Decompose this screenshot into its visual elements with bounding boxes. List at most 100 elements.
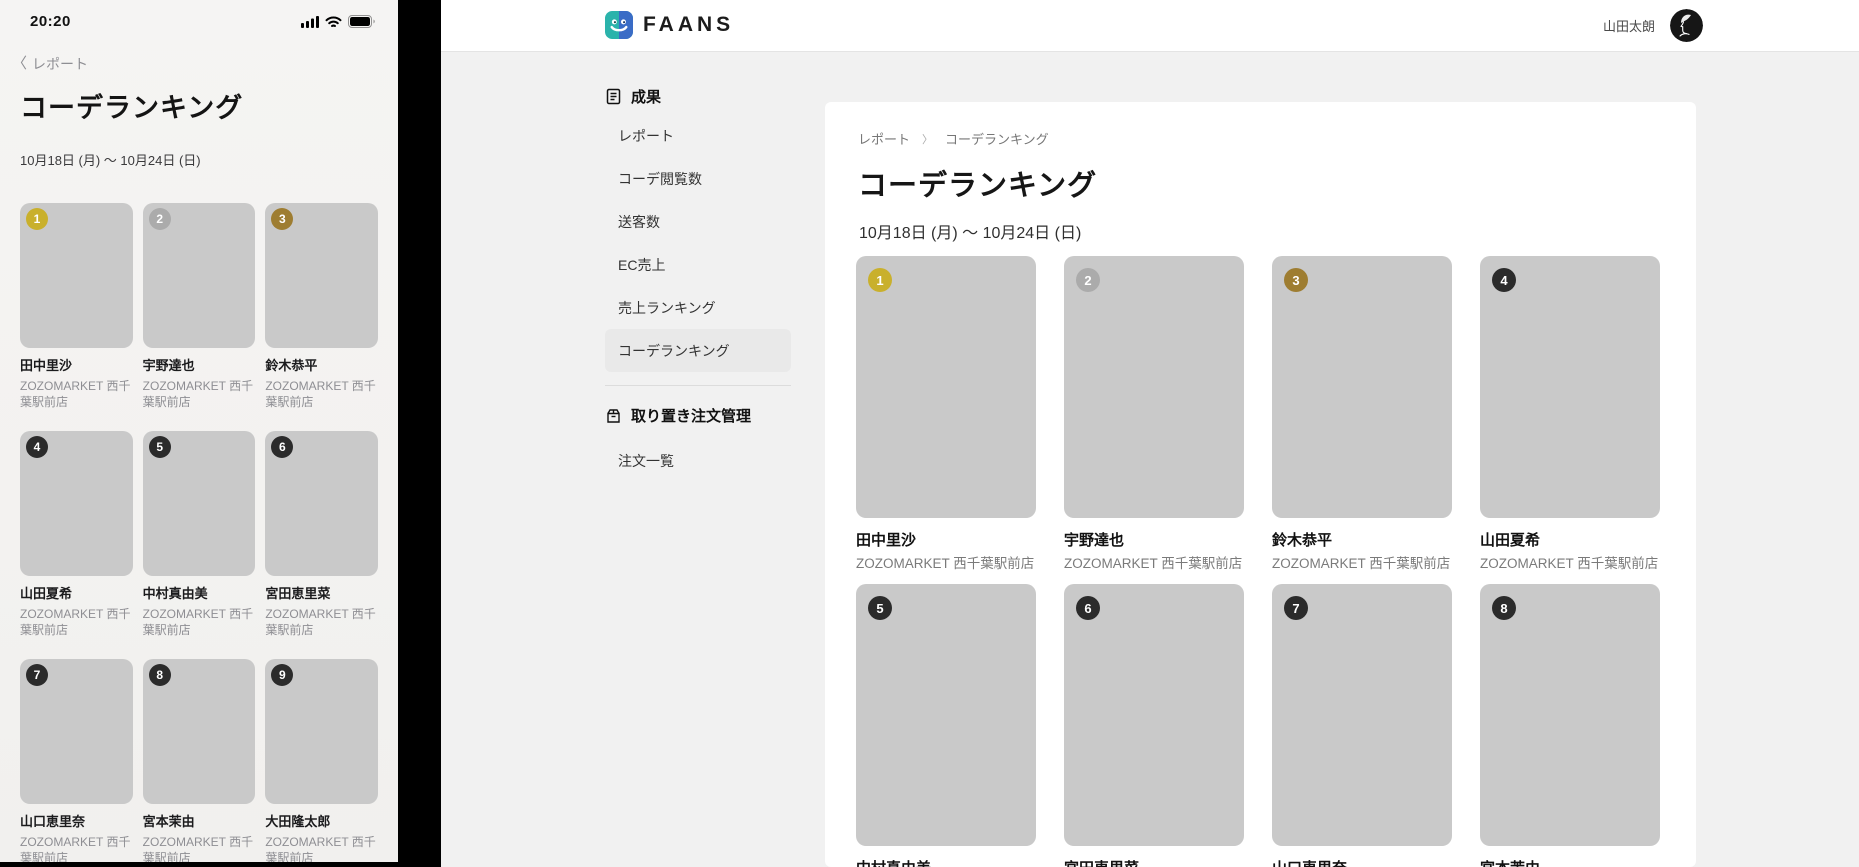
rank-badge: 8 [148, 664, 171, 686]
coordinate-image-placeholder[interactable]: 8 [1480, 584, 1660, 846]
coordinate-image-placeholder[interactable]: 5 [142, 431, 256, 576]
staff-name: 宮田恵里菜 [265, 586, 331, 601]
coordinate-image-placeholder[interactable]: 8 [142, 659, 256, 804]
rank-badge: 5 [148, 436, 171, 458]
coordinate-image-placeholder[interactable]: 3 [1272, 256, 1452, 518]
rank-badge: 5 [868, 596, 892, 620]
sidebar-list-results: レポート コーデ閲覧数 送客数 EC売上 売上ランキング コーデランキング [605, 114, 791, 372]
staff-name: 宇野達也 [1064, 532, 1125, 549]
store-name: ZOZOMARKET 西千葉駅前店 [1272, 556, 1451, 571]
ranking-card[interactable]: 2 宇野達也 ZOZOMARKET 西千葉駅前店 [1064, 256, 1244, 572]
sidebar-section-orders: 取り置き注文管理 注文一覧 [605, 385, 791, 482]
signal-strength-icon [301, 15, 319, 28]
ranking-card[interactable]: 6 宮田恵里菜 ZOZOMARKET 西千葉駅前店 [265, 431, 378, 638]
rank-badge: 9 [271, 664, 294, 686]
chevron-left-icon: 〈 [12, 55, 28, 72]
brand-name: FAANS [643, 13, 735, 36]
status-time: 20:20 [30, 13, 71, 30]
desktop-panel: FAANS 山田太朗 成果 レポート コーデ閲覧数 送客数 EC売上 売上ランキ… [441, 0, 1859, 867]
ranking-card[interactable]: 5 中村真由美 ZOZOMARKET 西千葉駅前店 [142, 431, 256, 638]
store-name: ZOZOMARKET 西千葉駅前店 [20, 379, 131, 409]
coordinate-image-placeholder[interactable]: 2 [1064, 256, 1244, 518]
avatar[interactable] [1670, 9, 1703, 42]
staff-name: 宮本茉由 [142, 814, 195, 829]
breadcrumb: レポート 〉 コーデランキング [858, 129, 1049, 148]
coordinate-image-placeholder[interactable]: 6 [1064, 584, 1244, 846]
back-button[interactable]: 〈 レポート [12, 54, 88, 74]
rank-badge: 4 [1492, 268, 1516, 292]
phone-bottom-bar [0, 862, 398, 867]
staff-name: 田中里沙 [856, 532, 917, 549]
rank-badge: 3 [271, 208, 294, 230]
coordinate-image-placeholder[interactable]: 5 [856, 584, 1036, 846]
staff-name: 山田夏希 [1480, 532, 1541, 549]
ranking-card[interactable]: 1 田中里沙 ZOZOMARKET 西千葉駅前店 [856, 256, 1036, 572]
coordinate-image-placeholder[interactable]: 6 [265, 431, 378, 576]
content-panel: レポート 〉 コーデランキング コーデランキング 10月18日 (月) 〜 10… [825, 102, 1696, 867]
rank-badge: 8 [1492, 596, 1516, 620]
date-range: 10月18日 (月) 〜 10月24日 (日) [859, 225, 1082, 242]
ranking-card[interactable]: 5 中村真由美 ZOZOMARKET 西千葉駅前店 [856, 584, 1036, 867]
brand-logo[interactable]: FAANS [605, 11, 734, 39]
app-header: FAANS 山田太朗 [441, 0, 1859, 52]
user-name: 山田太朗 [1602, 19, 1655, 34]
rank-badge: 1 [26, 208, 48, 230]
rank-badge: 2 [148, 208, 171, 230]
staff-name: 山田夏希 [20, 586, 73, 601]
staff-name: 田中里沙 [20, 358, 73, 373]
coordinate-image-placeholder[interactable]: 3 [265, 203, 378, 348]
sidebar-item-売上ランキング[interactable]: 売上ランキング [605, 286, 791, 329]
coordinate-image-placeholder[interactable]: 7 [20, 659, 133, 804]
store-name: ZOZOMARKET 西千葉駅前店 [1064, 556, 1243, 571]
ranking-card[interactable]: 7 山口恵里奈 ZOZOMARKET 西千葉駅前店 [1272, 584, 1452, 867]
staff-name: 山口恵里奈 [1272, 860, 1452, 867]
ranking-card[interactable]: 3 鈴木恭平 ZOZOMARKET 西千葉駅前店 [1272, 256, 1452, 572]
coordinate-image-placeholder[interactable]: 4 [1480, 256, 1660, 518]
coordinate-image-placeholder[interactable]: 7 [1272, 584, 1452, 846]
coordinate-image-placeholder[interactable]: 4 [20, 431, 133, 576]
rank-badge: 1 [868, 268, 892, 292]
ranking-card[interactable]: 6 宮田恵里菜 ZOZOMARKET 西千葉駅前店 [1064, 584, 1244, 867]
ranking-card[interactable]: 1 田中里沙 ZOZOMARKET 西千葉駅前店 [20, 203, 133, 410]
screen-divider [398, 0, 441, 867]
ranking-card[interactable]: 2 宇野達也 ZOZOMARKET 西千葉駅前店 [142, 203, 256, 410]
user-menu[interactable]: 山田太朗 [1603, 9, 1703, 42]
report-icon [605, 88, 622, 105]
rank-badge: 3 [1284, 268, 1308, 292]
coordinate-image-placeholder[interactable]: 2 [142, 203, 256, 348]
ranking-card[interactable]: 4 山田夏希 ZOZOMARKET 西千葉駅前店 [1480, 256, 1660, 572]
staff-name: 宇野達也 [142, 358, 195, 373]
breadcrumb-item-current: コーデランキング [945, 132, 1049, 147]
staff-name: 中村真由美 [856, 860, 1036, 867]
ranking-card[interactable]: 7 山口恵里奈 ZOZOMARKET 西千葉駅前店 [20, 659, 133, 866]
sidebar-item-レポート[interactable]: レポート [605, 114, 791, 157]
coordinate-image-placeholder[interactable]: 9 [265, 659, 378, 804]
status-icons [301, 15, 376, 28]
ranking-card[interactable]: 3 鈴木恭平 ZOZOMARKET 西千葉駅前店 [265, 203, 378, 410]
staff-name: 宮本茉由 [1480, 860, 1660, 867]
sidebar-item-EC売上[interactable]: EC売上 [605, 243, 791, 286]
wifi-icon [325, 16, 342, 28]
page-title: コーデランキング [20, 93, 244, 123]
ranking-card[interactable]: 4 山田夏希 ZOZOMARKET 西千葉駅前店 [20, 431, 133, 638]
date-range: 10月18日 (月) 〜 10月24日 (日) [20, 153, 201, 168]
breadcrumb-item-report[interactable]: レポート [858, 129, 910, 148]
ranking-card[interactable]: 8 宮本茉由 ZOZOMARKET 西千葉駅前店 [1480, 584, 1660, 867]
store-name: ZOZOMARKET 西千葉駅前店 [856, 556, 1035, 571]
store-name: ZOZOMARKET 西千葉駅前店 [265, 607, 376, 637]
coordinate-image-placeholder[interactable]: 1 [856, 256, 1036, 518]
sidebar-item-コーデランキング[interactable]: コーデランキング [605, 329, 791, 372]
staff-name: 大田隆太郎 [265, 814, 331, 829]
sidebar-item-送客数[interactable]: 送客数 [605, 200, 791, 243]
coordinate-image-placeholder[interactable]: 1 [20, 203, 133, 348]
staff-name: 鈴木恭平 [1272, 532, 1333, 549]
sidebar-item-注文一覧[interactable]: 注文一覧 [605, 439, 791, 482]
sidebar-item-コーデ閲覧数[interactable]: コーデ閲覧数 [605, 157, 791, 200]
sidebar-list-orders: 注文一覧 [605, 439, 791, 482]
sidebar-section-results: 成果 [605, 86, 791, 106]
staff-name: 鈴木恭平 [265, 358, 318, 373]
ranking-card[interactable]: 9 大田隆太郎 ZOZOMARKET 西千葉駅前店 [265, 659, 378, 866]
ranking-card[interactable]: 8 宮本茉由 ZOZOMARKET 西千葉駅前店 [142, 659, 256, 866]
rank-badge: 4 [26, 436, 48, 458]
rank-badge: 6 [271, 436, 294, 458]
